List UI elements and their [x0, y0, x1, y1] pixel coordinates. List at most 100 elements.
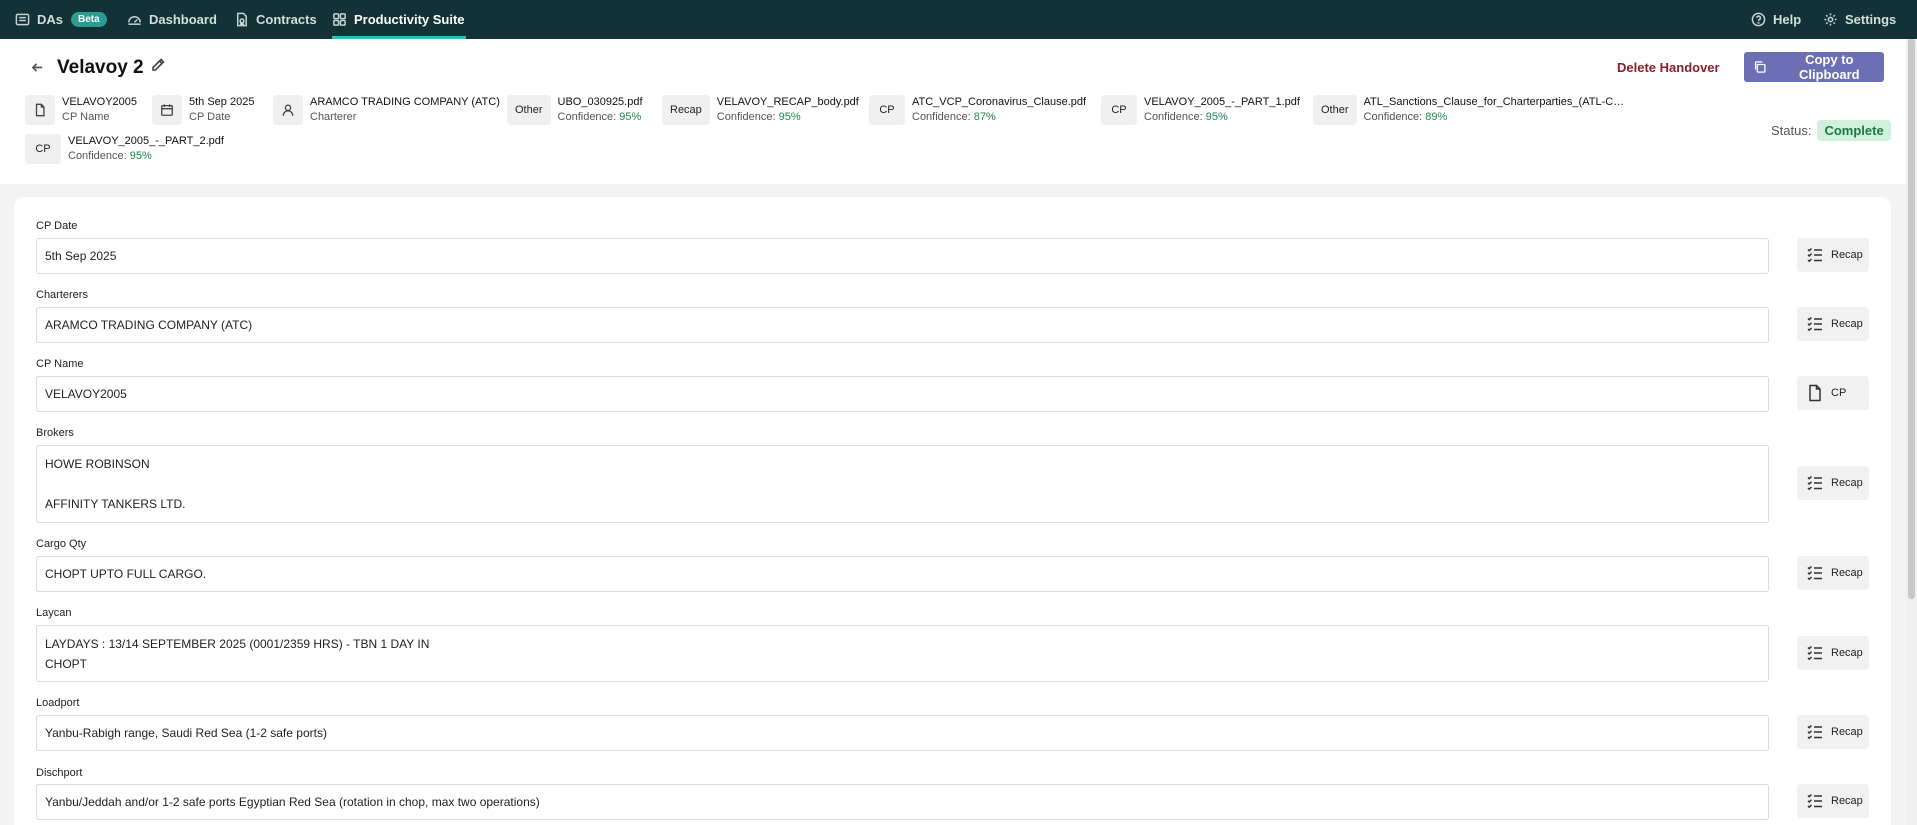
contract-icon	[237, 12, 247, 27]
back-button[interactable]	[28, 58, 46, 76]
nav-help[interactable]: Help	[1751, 0, 1801, 39]
meta-cp-name: VELAVOY2005 CP Name	[25, 95, 137, 125]
nav-contracts[interactable]: Contracts	[234, 0, 317, 39]
inbox-icon	[15, 13, 30, 26]
nav-das[interactable]: DAs Beta	[15, 0, 107, 39]
list-icon	[1807, 565, 1822, 581]
document-icon	[1809, 384, 1821, 402]
help-icon	[1751, 12, 1766, 27]
list-icon	[1807, 316, 1822, 332]
list-icon	[1807, 724, 1822, 740]
field-value-dischport[interactable]: Yanbu/Jeddah and/or 1-2 safe ports Egypt…	[36, 784, 1769, 820]
document-confidence: Confidence: 95%	[557, 111, 642, 123]
list-icon	[1807, 475, 1822, 491]
field-value-loadport[interactable]: Yanbu-Rabigh range, Saudi Red Sea (1-2 s…	[36, 715, 1769, 751]
list-icon	[1807, 247, 1822, 263]
field-label-loadport: Loadport	[36, 697, 80, 709]
vertical-scrollbar[interactable]	[1906, 39, 1917, 825]
document-chip[interactable]: Other UBO_030925.pdf Confidence: 95%	[507, 95, 643, 125]
document-name: ATL_Sanctions_Clause_for_Charterparties_…	[1363, 96, 1628, 108]
user-icon	[273, 95, 303, 125]
field-value-cp-date[interactable]: 5th Sep 2025	[36, 238, 1769, 274]
document-confidence: Confidence: 95%	[68, 150, 152, 162]
field-value-charterers[interactable]: ARAMCO TRADING COMPANY (ATC)	[36, 307, 1769, 343]
nav-settings[interactable]: Settings	[1823, 0, 1896, 39]
document-icon	[25, 95, 55, 125]
document-type-tag: CP	[25, 134, 61, 164]
gear-icon	[1824, 13, 1837, 26]
document-confidence: Confidence: 89%	[1363, 111, 1448, 123]
meta-charterer: ARAMCO TRADING COMPANY (ATC) Charterer	[273, 95, 500, 125]
nav-productivity-label: Productivity Suite	[354, 12, 465, 27]
page-title: Velavoy 2	[57, 57, 144, 78]
document-type-tag: Recap	[662, 95, 710, 125]
status-indicator: Status: Complete	[1771, 120, 1891, 141]
document-name: UBO_030925.pdf	[557, 96, 643, 108]
nav-contracts-label: Contracts	[256, 12, 317, 27]
gauge-icon	[128, 16, 141, 25]
source-button-recap[interactable]: Recap	[1797, 715, 1869, 749]
status-badge: Complete	[1817, 120, 1891, 141]
field-value-brokers[interactable]: HOWE ROBINSON ​ AFFINITY TANKERS LTD.	[36, 445, 1769, 523]
nav-dashboard[interactable]: Dashboard	[127, 0, 217, 39]
document-type-tag: CP	[869, 95, 905, 125]
copy-icon	[1754, 61, 1766, 73]
nav-settings-label: Settings	[1845, 12, 1897, 27]
field-label-dischport: Dischport	[36, 767, 83, 779]
source-button-recap[interactable]: Recap	[1797, 636, 1869, 670]
nav-help-label: Help	[1773, 12, 1802, 27]
nav-productivity-suite[interactable]: Productivity Suite	[332, 0, 466, 39]
status-label: Status:	[1771, 123, 1812, 138]
document-type-tag: Other	[1313, 95, 1357, 125]
document-name: ATC_VCP_Coronavirus_Clause.pdf	[912, 96, 1087, 108]
document-name: VELAVOY_2005_-_PART_1.pdf	[1144, 96, 1300, 108]
arrow-left-icon	[31, 62, 42, 72]
document-name: VELAVOY_2005_-_PART_2.pdf	[68, 135, 224, 147]
copy-to-clipboard-button[interactable]: Copy to Clipboard	[1744, 52, 1884, 82]
source-button-cp[interactable]: CP	[1797, 376, 1869, 410]
document-confidence: Confidence: 87%	[912, 111, 996, 123]
nav-das-label: DAs	[37, 12, 64, 27]
field-label-laycan: Laycan	[36, 607, 72, 619]
field-label-cp-date: CP Date	[36, 220, 78, 232]
field-label-cargo-qty: Cargo Qty	[36, 538, 87, 550]
field-value-cargo-qty[interactable]: CHOPT UPTO FULL CARGO.	[36, 556, 1769, 592]
meta-cp-date-value: 5th Sep 2025	[189, 96, 255, 108]
document-chip[interactable]: CP VELAVOY_2005_-_PART_2.pdf Confidence:…	[25, 134, 224, 164]
meta-cp-name-value: VELAVOY2005	[62, 96, 138, 108]
field-value-cp-name[interactable]: VELAVOY2005	[36, 376, 1769, 412]
scrollbar-thumb[interactable]	[1908, 39, 1915, 599]
document-chip[interactable]: CP VELAVOY_2005_-_PART_1.pdf Confidence:…	[1101, 95, 1300, 125]
copy-button-label: Copy to Clipboard	[1798, 52, 1860, 82]
calendar-icon	[152, 95, 182, 125]
meta-cp-date-label: CP Date	[189, 111, 231, 123]
document-chip[interactable]: Other ATL_Sanctions_Clause_for_Charterpa…	[1313, 95, 1628, 125]
list-icon	[1807, 793, 1822, 809]
document-chip[interactable]: CP ATC_VCP_Coronavirus_Clause.pdf Confid…	[869, 95, 1086, 125]
document-type-tag: CP	[1101, 95, 1137, 125]
source-button-recap[interactable]: Recap	[1797, 784, 1869, 818]
source-button-recap[interactable]: Recap	[1797, 238, 1869, 272]
edit-title-button[interactable]	[150, 57, 170, 77]
meta-cp-name-label: CP Name	[62, 111, 110, 123]
list-icon	[1807, 645, 1822, 661]
field-label-cp-name: CP Name	[36, 358, 84, 370]
meta-cp-date: 5th Sep 2025 CP Date	[152, 95, 254, 125]
source-button-recap[interactable]: Recap	[1797, 556, 1869, 590]
source-button-recap[interactable]: Recap	[1797, 466, 1869, 500]
source-button-recap[interactable]: Recap	[1797, 307, 1869, 341]
document-name: VELAVOY_RECAP_body.pdf	[716, 96, 859, 108]
document-type-tag: Other	[507, 95, 551, 125]
field-label-brokers: Brokers	[36, 427, 74, 439]
nav-dashboard-label: Dashboard	[149, 12, 217, 27]
pencil-icon	[152, 58, 165, 71]
grid-icon	[333, 13, 346, 26]
field-value-laycan[interactable]: LAYDAYS : 13/14 SEPTEMBER 2025 (0001/235…	[36, 625, 1769, 682]
field-label-charterers: Charterers	[36, 289, 88, 301]
delete-handover-button[interactable]: Delete Handover	[1617, 56, 1720, 78]
beta-badge: Beta	[71, 12, 107, 27]
document-chip[interactable]: Recap VELAVOY_RECAP_body.pdf Confidence:…	[662, 95, 859, 125]
document-confidence: Confidence: 95%	[716, 111, 801, 123]
document-confidence: Confidence: 95%	[1144, 111, 1228, 123]
top-navigation-bar: DAs Beta Dashboard Contracts Productivit…	[0, 0, 1917, 39]
